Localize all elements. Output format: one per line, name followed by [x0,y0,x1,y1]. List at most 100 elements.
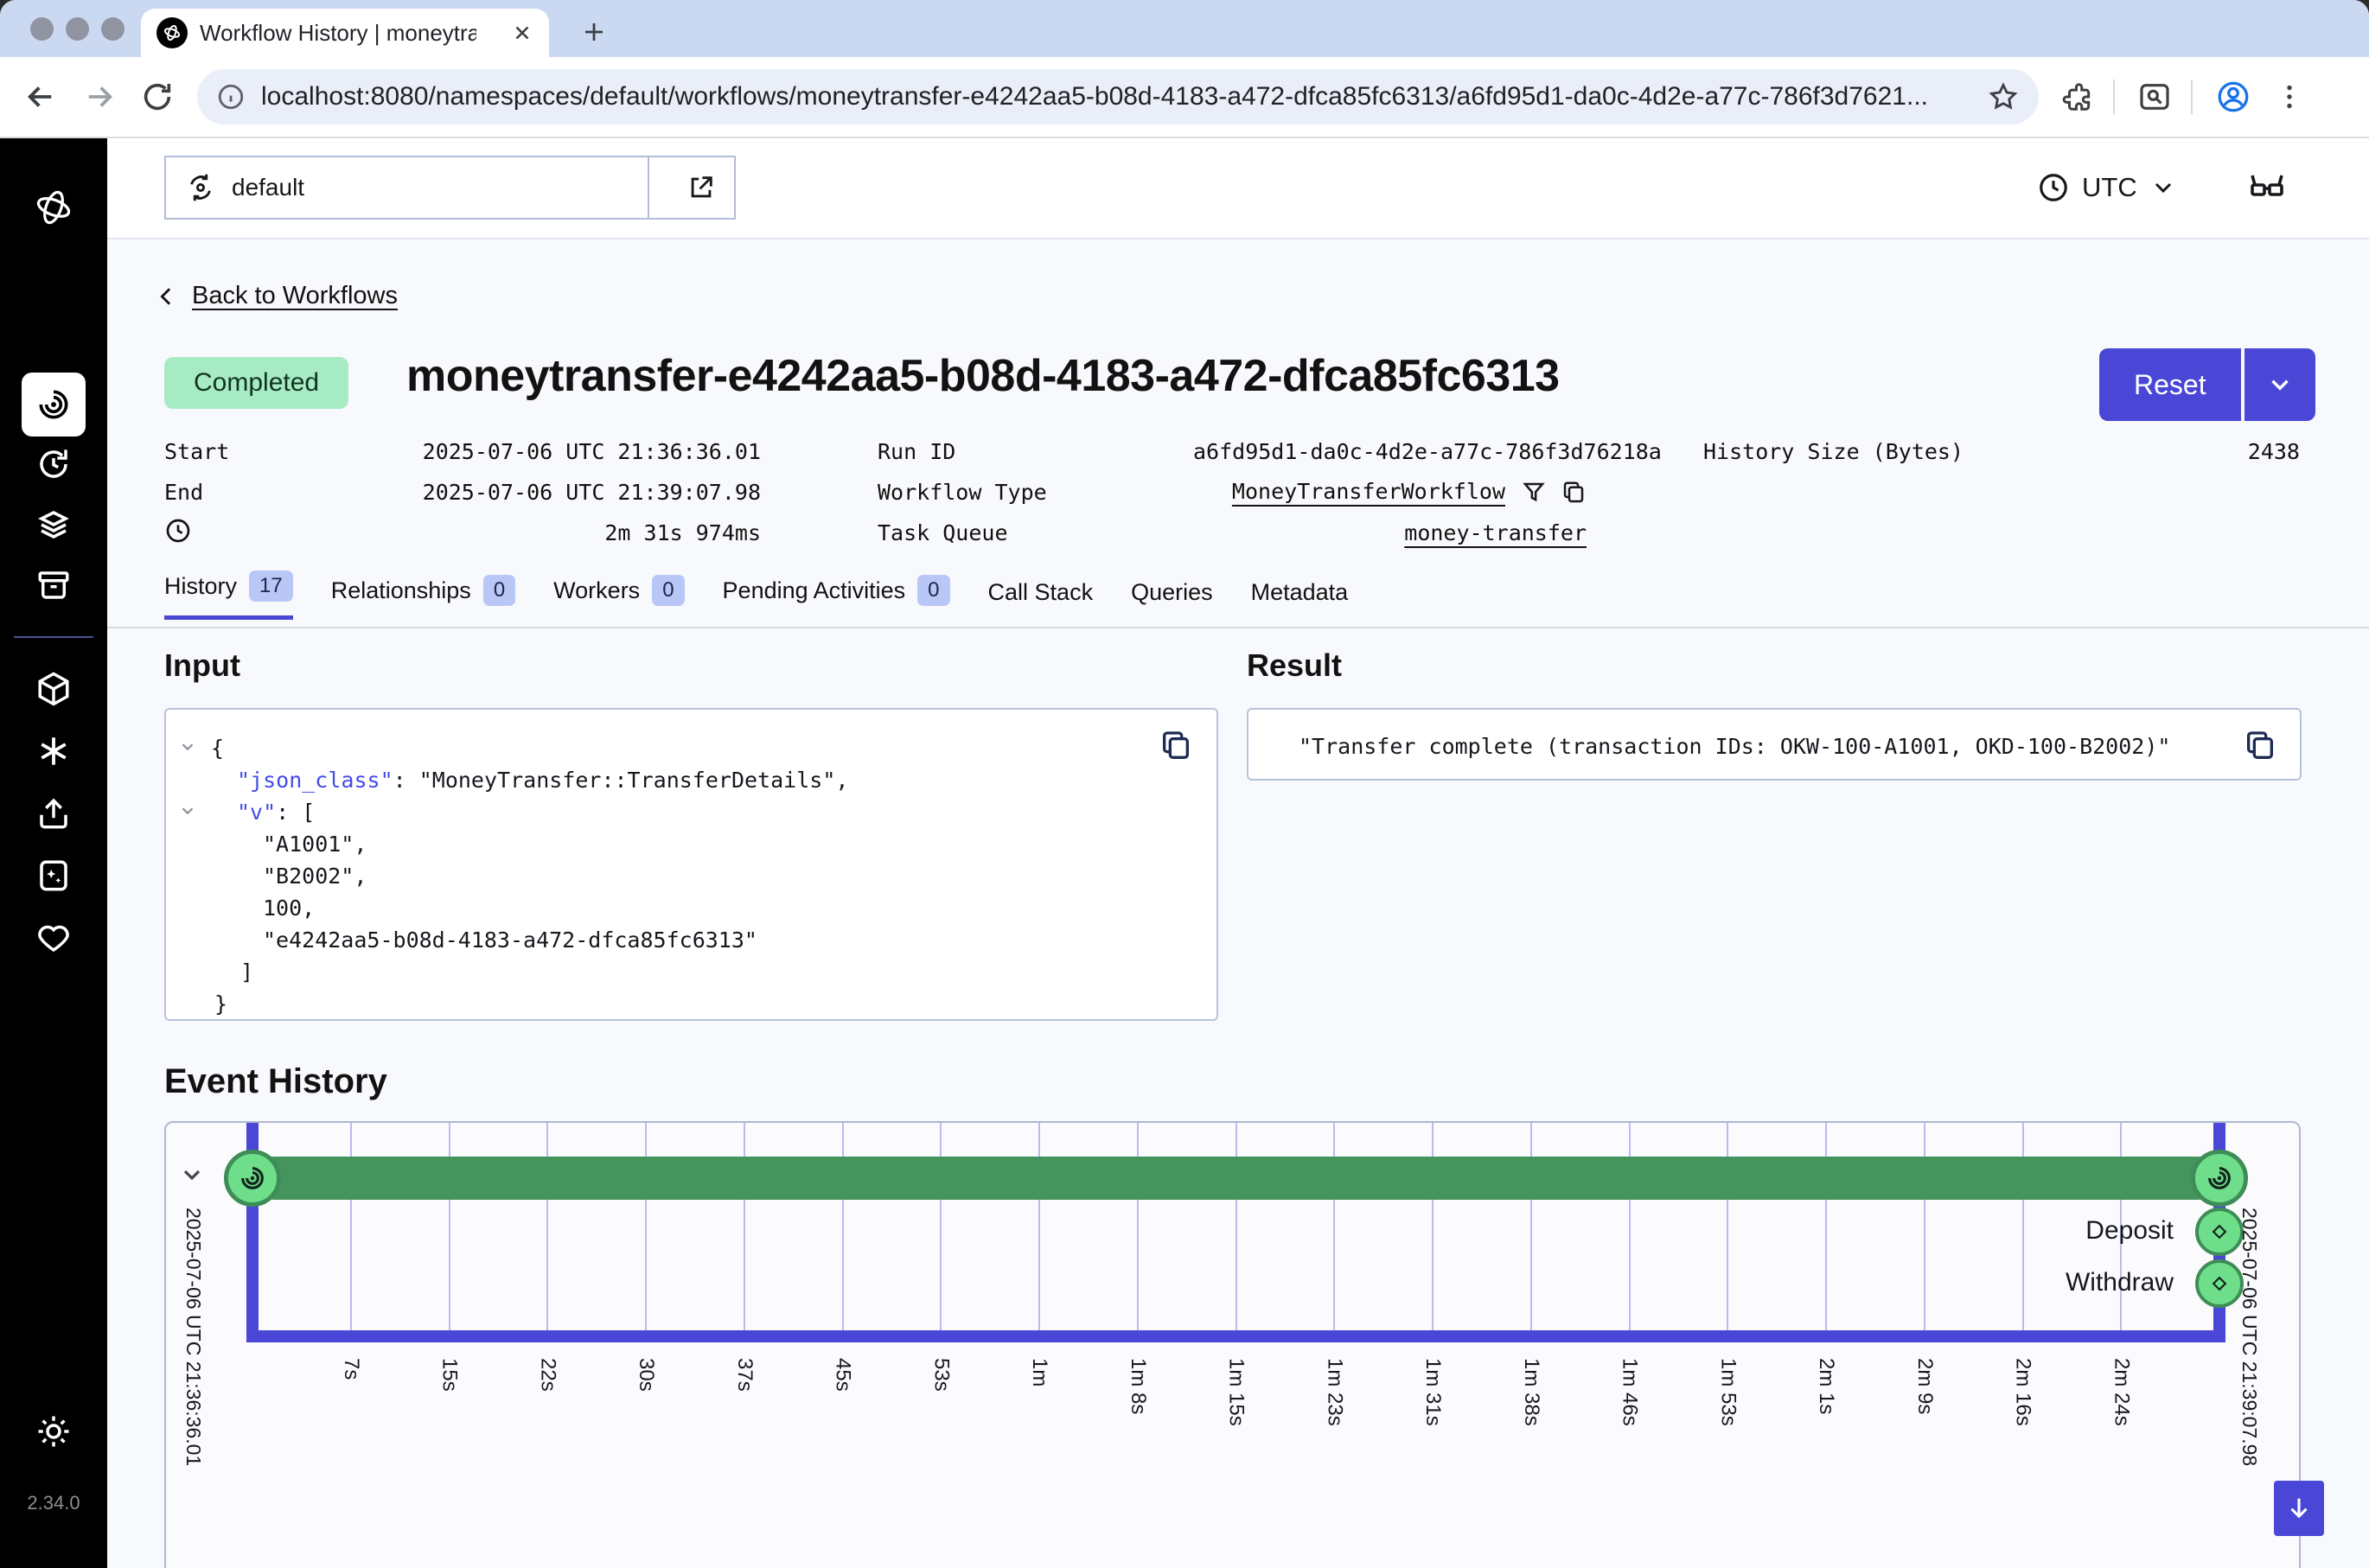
timeline-tick-label: 45s [831,1358,855,1392]
timeline-tick-label: 2m 1s [1814,1358,1838,1414]
new-tab-button[interactable] [574,12,614,52]
timeline-gridline [1038,1123,1040,1330]
docs-sparkle-icon[interactable] [0,857,107,894]
json-line: "json_class": "MoneyTransfer::TransferDe… [237,764,848,796]
browser-menu-icon[interactable] [2274,81,2305,112]
activity-deposit-marker[interactable] [2195,1208,2244,1256]
timeline-tick-label: 22s [535,1358,559,1392]
timeline-collapse-chevron-icon[interactable] [178,1161,206,1189]
json-value: : "MoneyTransfer::TransferDetails", [393,768,849,793]
temporal-favicon-icon [156,17,188,48]
workflow-type-link[interactable]: MoneyTransferWorkflow [1232,479,1505,504]
window-minimize-button[interactable] [66,17,89,41]
workflow-page: Back to Workflows Completed moneytransfe… [107,239,2369,1568]
tab-pending-activities[interactable]: Pending Activities 0 [723,575,950,620]
url-bar[interactable]: localhost:8080/namespaces/default/workfl… [197,69,2039,124]
result-panel: "Transfer complete (transaction IDs: OKW… [1247,708,2302,781]
json-line: "v": [ [237,796,315,828]
timeline-tick-label: 1m 15s [1224,1358,1248,1426]
copy-icon[interactable] [1159,729,1193,763]
workflow-span-bar[interactable] [252,1157,2219,1200]
reset-button[interactable]: Reset [2099,348,2241,421]
tab-call-stack[interactable]: Call Stack [988,579,1094,620]
workflow-start-marker[interactable] [224,1150,281,1207]
labs-glasses-icon[interactable] [2246,164,2288,206]
url-text[interactable]: localhost:8080/namespaces/default/workfl… [261,82,1971,112]
event-history-timeline[interactable]: 7s15s22s30s37s45s53s1m1m 8s1m 15s1m 23s1… [164,1121,2301,1568]
tab-search-icon[interactable] [2137,80,2172,114]
timeline-tick-label: 1m 8s [1126,1358,1150,1414]
theme-toggle-sun-icon[interactable] [0,1413,107,1450]
bookmark-star-icon[interactable] [1987,80,2020,113]
window-close-button[interactable] [30,17,54,41]
input-json-panel: { "json_class": "MoneyTransfer::Transfer… [164,708,1218,1021]
reset-dropdown-button[interactable] [2244,348,2315,421]
workflow-end-marker[interactable] [2191,1150,2248,1207]
tab-label: Workers [553,577,640,604]
browser-toolbar: localhost:8080/namespaces/default/workfl… [0,57,2369,138]
collapse-caret-icon[interactable] [178,737,197,756]
timezone-selector[interactable]: UTC [2037,157,2177,218]
reset-split-button: Reset [2099,348,2315,421]
run-id-value: a6fd95d1-da0c-4d2e-a77c-786f3d76218a [1193,439,1587,464]
schedules-icon[interactable] [0,446,107,482]
deployments-layers-icon[interactable] [0,507,107,543]
timeline-gridline [1727,1123,1728,1330]
task-queue-cell: money-transfer [1193,520,1587,545]
nexus-asterisk-icon[interactable] [0,733,107,769]
task-queue-link[interactable]: money-transfer [1404,520,1587,545]
window-zoom-button[interactable] [101,17,125,41]
start-value: 2025-07-06 UTC 21:36:36.01 [415,439,761,464]
profile-avatar-icon[interactable] [2215,79,2251,115]
tab-count-badge: 0 [483,575,515,606]
timeline-start-timestamp: 2025-07-06 UTC 21:36:36.01 [182,1208,205,1466]
back-to-workflows-link[interactable]: Back to Workflows [154,282,398,310]
task-queue-label: Task Queue [761,520,1193,545]
workflows-spiral-icon [238,1163,267,1193]
namespace-icon [185,172,216,203]
app-sidebar: 2.34.0 [0,138,107,1568]
back-icon[interactable] [22,79,59,115]
tab-history[interactable]: History 17 [164,570,293,620]
workflow-title: moneytransfer-e4242aa5-b08d-4183-a472-df… [406,350,1560,402]
chevron-down-icon [2149,174,2177,201]
extensions-icon[interactable] [2061,80,2094,113]
arrow-down-icon [2284,1494,2314,1523]
timeline-gridline [940,1123,942,1330]
result-value: "Transfer complete (transaction IDs: OKW… [1299,734,2170,759]
tab-close-icon[interactable] [511,22,533,44]
namespace-selector[interactable]: default [164,156,736,220]
reload-icon[interactable] [140,80,175,114]
activity-withdraw-marker[interactable] [2195,1259,2244,1308]
tab-queries[interactable]: Queries [1131,579,1213,620]
import-export-icon[interactable] [0,795,107,832]
timeline-gridline [1825,1123,1827,1330]
json-line: "B2002", [263,860,367,892]
archive-icon[interactable] [0,567,107,603]
activity-row-label: Deposit [1828,1216,2174,1246]
tab-label: Queries [1131,579,1213,606]
feedback-heart-icon[interactable] [0,920,107,956]
tab-relationships[interactable]: Relationships 0 [331,575,515,620]
browser-tab[interactable]: Workflow History | moneytran [141,9,549,57]
timeline-gridline [1333,1123,1335,1330]
run-id-label: Run ID [761,439,1193,464]
input-heading: Input [164,647,240,684]
forward-icon[interactable] [81,79,118,115]
filter-funnel-icon[interactable] [1521,480,1547,506]
toolbar-divider [2113,80,2115,114]
copy-icon[interactable] [1561,480,1587,506]
scroll-to-bottom-button[interactable] [2274,1481,2324,1536]
site-info-icon[interactable] [216,82,246,112]
cube-icon[interactable] [0,671,107,707]
tab-count-badge: 0 [652,575,684,606]
nav-workflows-active[interactable] [22,373,86,437]
collapse-caret-icon[interactable] [178,801,197,820]
copy-icon[interactable] [2243,729,2277,763]
start-label: Start [164,439,415,464]
activity-row-label: Withdraw [1828,1268,2174,1297]
main-area: default UTC [107,138,2369,1568]
tab-workers[interactable]: Workers 0 [553,575,684,620]
tab-metadata[interactable]: Metadata [1251,579,1349,620]
namespace-external-link-icon[interactable] [668,157,734,218]
